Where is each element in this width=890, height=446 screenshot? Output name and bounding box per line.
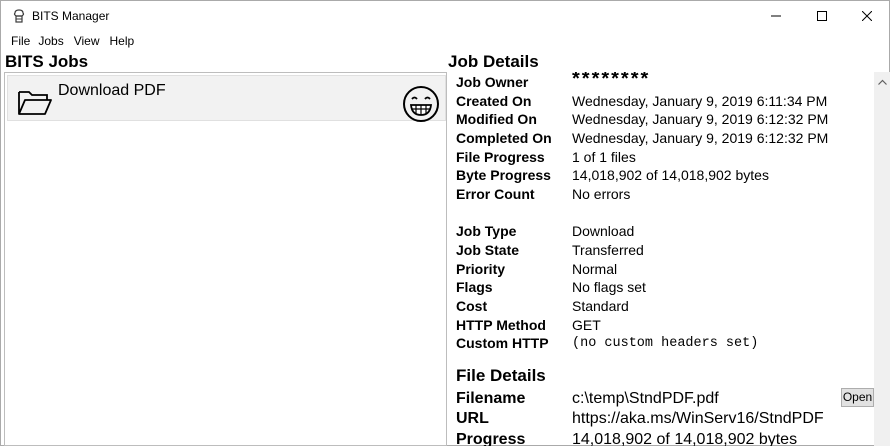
job-name: Download PDF bbox=[58, 82, 166, 99]
detail-row-cost: Cost Standard bbox=[456, 297, 874, 316]
detail-row-file-progress: File Progress 1 of 1 files bbox=[456, 148, 874, 167]
detail-key: Error Count bbox=[456, 186, 535, 202]
open-file-button[interactable]: Open bbox=[841, 388, 874, 407]
detail-value: GET bbox=[572, 317, 601, 333]
detail-key: Byte Progress bbox=[456, 167, 551, 183]
detail-row-custom-http: Custom HTTP (no custom headers set) bbox=[456, 334, 874, 353]
maximize-button[interactable] bbox=[799, 1, 845, 32]
detail-value: Download bbox=[572, 223, 635, 239]
jobs-header: BITS Jobs bbox=[5, 52, 89, 71]
detail-value: ******** bbox=[572, 72, 651, 90]
smiley-icon bbox=[402, 85, 440, 123]
detail-key: Job Owner bbox=[456, 74, 529, 90]
chevron-up-icon bbox=[877, 72, 887, 90]
detail-value: 14,018,902 of 14,018,902 bytes bbox=[572, 167, 769, 183]
detail-key: Cost bbox=[456, 298, 488, 314]
title-bar[interactable]: BITS Manager bbox=[1, 1, 889, 32]
menu-view[interactable]: View bbox=[72, 32, 108, 50]
maximize-icon bbox=[817, 8, 827, 26]
detail-key: Custom HTTP bbox=[456, 335, 549, 351]
file-key: Progress bbox=[456, 431, 526, 446]
detail-value: No flags set bbox=[572, 279, 646, 295]
close-button[interactable] bbox=[844, 1, 890, 32]
file-value: c:\temp\StndPDF.pdf bbox=[572, 390, 719, 407]
app-window: BITS Manager File Jobs View Help BITS Jo… bbox=[0, 0, 890, 446]
detail-row-job-type: Job Type Download bbox=[456, 222, 874, 241]
menu-bar: File Jobs View Help bbox=[1, 32, 889, 50]
detail-key: Created On bbox=[456, 93, 532, 109]
details-scrollbar[interactable] bbox=[874, 72, 890, 446]
detail-key: Priority bbox=[456, 261, 506, 277]
file-value: 14,018,902 of 14,018,902 bytes bbox=[572, 431, 798, 446]
detail-row-byte-progress: Byte Progress 14,018,902 of 14,018,902 b… bbox=[456, 166, 874, 185]
detail-key: Modified On bbox=[456, 111, 537, 127]
detail-row-priority: Priority Normal bbox=[456, 260, 874, 279]
file-row-url: URL https://aka.ms/WinServ16/StndPDF bbox=[456, 408, 874, 429]
list-item[interactable]: Download PDF bbox=[7, 75, 446, 123]
detail-row-created: Created On Wednesday, January 9, 2019 6:… bbox=[456, 92, 874, 111]
file-value: https://aka.ms/WinServ16/StndPDF bbox=[572, 410, 824, 427]
detail-row-job-state: Job State Transferred bbox=[456, 241, 874, 260]
detail-value: No errors bbox=[572, 186, 631, 202]
window-title: BITS Manager bbox=[32, 9, 110, 23]
detail-value: Wednesday, January 9, 2019 6:11:34 PM bbox=[572, 93, 828, 109]
app-icon bbox=[11, 8, 27, 24]
detail-key: File Progress bbox=[456, 149, 545, 165]
detail-value: Transferred bbox=[572, 242, 644, 258]
detail-value: Normal bbox=[572, 261, 618, 277]
minimize-icon bbox=[771, 8, 781, 26]
detail-key: Job State bbox=[456, 242, 520, 258]
detail-row-modified: Modified On Wednesday, January 9, 2019 6… bbox=[456, 110, 874, 129]
menu-jobs[interactable]: Jobs bbox=[36, 32, 71, 50]
file-row-progress: Progress 14,018,902 of 14,018,902 bytes bbox=[456, 429, 874, 446]
detail-row-job-owner: Job Owner ******** bbox=[456, 72, 874, 92]
detail-key: Completed On bbox=[456, 130, 552, 146]
jobs-list[interactable]: Download PDF bbox=[4, 72, 447, 446]
detail-key: HTTP Method bbox=[456, 317, 546, 333]
detail-row-http-method: HTTP Method GET bbox=[456, 316, 874, 335]
detail-value: 1 of 1 files bbox=[572, 149, 636, 165]
file-row-filename: Filename c:\temp\StndPDF.pdf bbox=[456, 388, 874, 409]
minimize-button[interactable] bbox=[753, 1, 799, 32]
detail-value: (no custom headers set) bbox=[572, 336, 759, 351]
scroll-up-button[interactable] bbox=[874, 72, 890, 89]
detail-value: Wednesday, January 9, 2019 6:12:32 PM bbox=[572, 130, 829, 146]
file-details-header: File Details bbox=[456, 366, 546, 385]
folder-icon bbox=[17, 88, 53, 116]
detail-row-flags: Flags No flags set bbox=[456, 278, 874, 297]
menu-file[interactable]: File bbox=[1, 32, 36, 50]
details-header: Job Details bbox=[448, 52, 539, 71]
detail-value: Standard bbox=[572, 298, 629, 314]
detail-row-completed: Completed On Wednesday, January 9, 2019 … bbox=[456, 129, 874, 148]
detail-row-error-count: Error Count No errors bbox=[456, 185, 874, 204]
file-key: Filename bbox=[456, 390, 526, 407]
details-panel: Job Owner ******** Created On Wednesday,… bbox=[448, 72, 874, 446]
menu-help[interactable]: Help bbox=[108, 32, 143, 50]
detail-key: Flags bbox=[456, 279, 493, 295]
file-key: URL bbox=[456, 410, 489, 427]
close-icon bbox=[861, 8, 873, 26]
detail-value: Wednesday, January 9, 2019 6:12:32 PM bbox=[572, 111, 829, 127]
detail-key: Job Type bbox=[456, 223, 517, 239]
